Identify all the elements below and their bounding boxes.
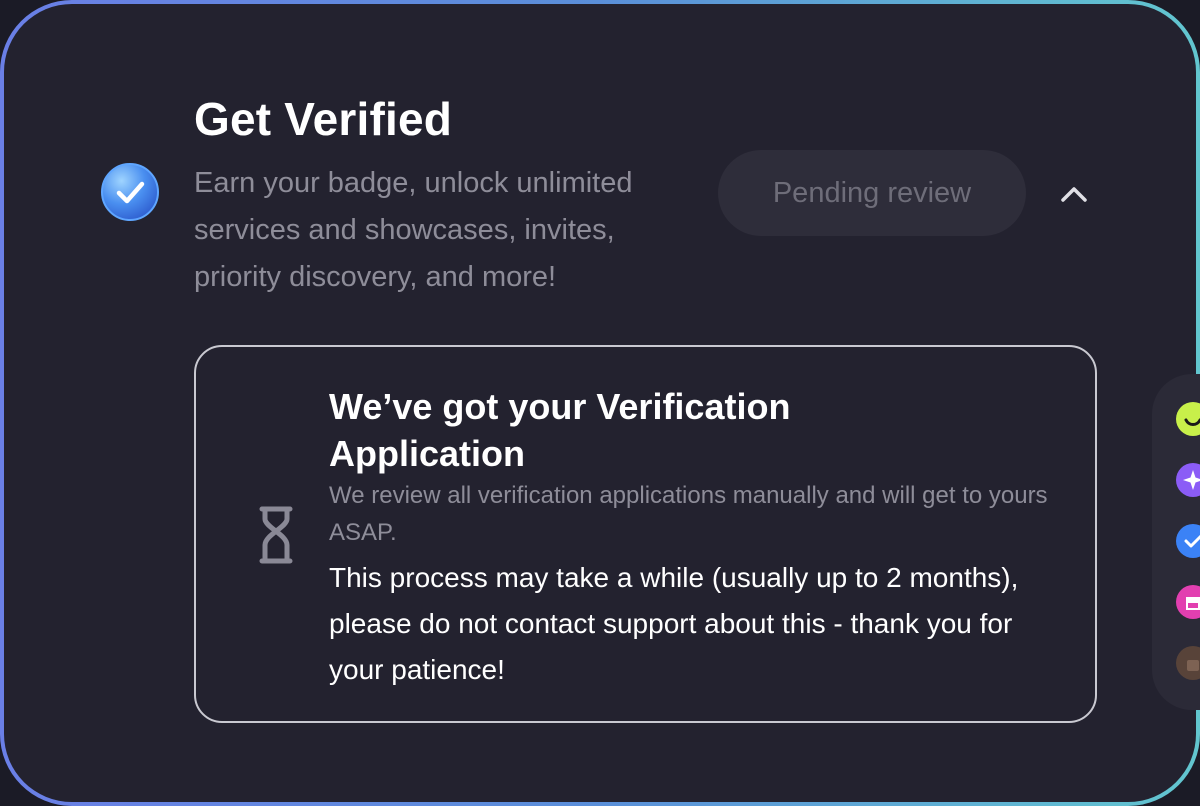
store-icon[interactable] xyxy=(1176,585,1200,619)
application-status-notice: We’ve got your Verification Application … xyxy=(194,345,1097,723)
chevron-up-icon[interactable] xyxy=(1054,176,1094,212)
bag-icon[interactable] xyxy=(1176,646,1200,680)
smile-icon[interactable] xyxy=(1176,402,1200,436)
pending-review-button[interactable]: Pending review xyxy=(718,150,1026,236)
side-dock xyxy=(1152,374,1200,710)
hourglass-icon xyxy=(259,506,293,564)
verified-icon[interactable] xyxy=(1176,524,1200,558)
page-title: Get Verified xyxy=(194,93,453,145)
notice-subtitle: We review all verification applications … xyxy=(329,482,1048,546)
verification-card: Get Verified Earn your badge, unlock unl… xyxy=(4,4,1196,802)
verified-badge-icon xyxy=(101,163,159,221)
notice-body: This process may take a while (usually u… xyxy=(329,562,1019,685)
notice-title: We’ve got your Verification Application xyxy=(329,386,791,474)
verification-subtitle: Earn your badge, unlock unlimited servic… xyxy=(194,167,633,293)
verification-card-frame: Get Verified Earn your badge, unlock unl… xyxy=(0,0,1200,806)
sparkle-icon[interactable] xyxy=(1176,463,1200,497)
